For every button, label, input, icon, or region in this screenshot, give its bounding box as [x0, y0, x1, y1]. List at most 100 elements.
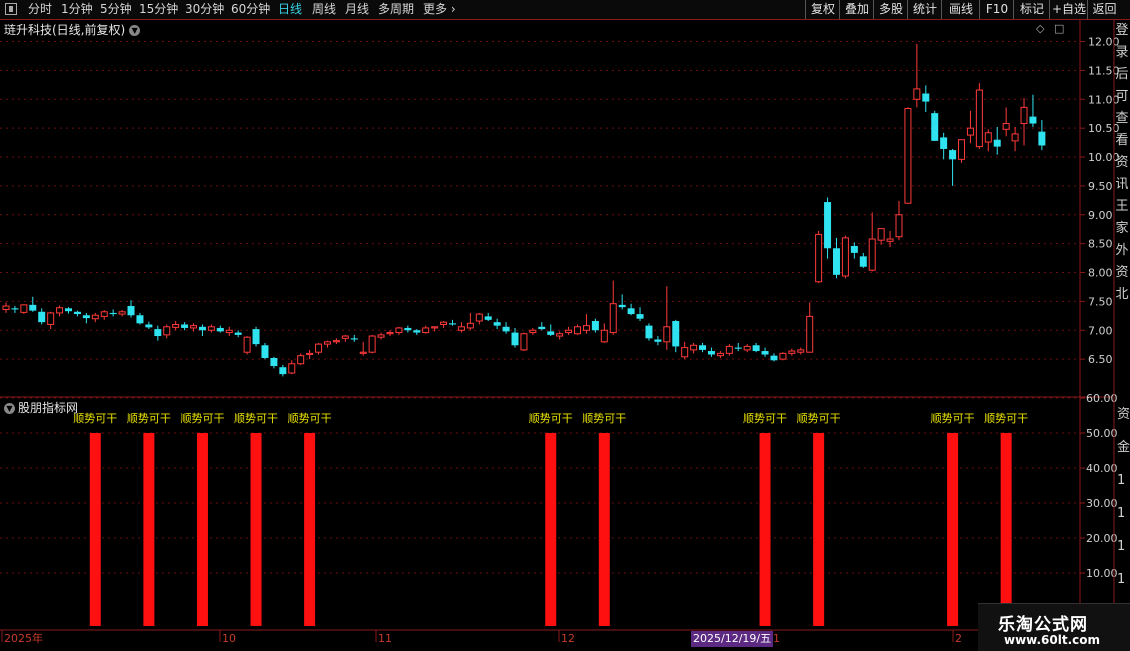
candle-body: [127, 306, 135, 316]
info-sidebar-lower[interactable]: 资金11111: [1117, 398, 1130, 630]
price-tick-label: 6.50: [1088, 353, 1113, 366]
chart-title: 琏升科技(日线,前复权) ▼: [4, 21, 141, 38]
candle-body: [225, 329, 233, 334]
candle-body: [690, 344, 698, 351]
candle-body: [270, 357, 278, 367]
candle-body: [234, 332, 242, 335]
tab-daily[interactable]: 日线: [278, 0, 302, 19]
indicator-title: ▼ 股朋指标网: [4, 399, 78, 416]
multi-stock-button[interactable]: 多股: [873, 0, 908, 19]
tab-fenshi[interactable]: 分时: [28, 0, 52, 19]
indicator-dropdown-icon[interactable]: ▼: [4, 403, 15, 414]
sidebar-char: 资: [1115, 265, 1129, 280]
candle-body: [556, 333, 564, 337]
tab-15min[interactable]: 15分钟: [139, 0, 178, 19]
diamond-icon[interactable]: ◇: [1036, 22, 1044, 35]
candle-body: [136, 315, 144, 324]
date-cursor-label: 2025/12/19/五: [691, 631, 774, 647]
candle-body: [841, 237, 849, 277]
candle-body: [529, 329, 537, 334]
candle-body: [82, 315, 90, 319]
candle-body: [91, 314, 99, 320]
sidebar-lower-char: 1: [1117, 572, 1126, 587]
candle-body: [797, 349, 805, 353]
info-sidebar[interactable]: 登录后可查看资讯王家外资北: [1114, 20, 1130, 396]
indicator-tick-label: 60.00: [1086, 392, 1118, 405]
fuquan-button[interactable]: 复权: [805, 0, 840, 19]
candle-body: [1011, 133, 1019, 142]
candle-body: [332, 340, 340, 343]
candle-body: [591, 321, 599, 331]
candle-body: [922, 93, 930, 102]
signal-label: 顺势可干: [234, 412, 278, 425]
signal-bar: [143, 433, 155, 626]
candle-body: [984, 132, 992, 143]
stock-name-period: 琏升科技(日线,前复权): [4, 23, 126, 37]
indicator-name: 股朋指标网: [18, 401, 79, 415]
signal-bar: [545, 433, 557, 626]
signal-label: 顺势可干: [180, 412, 224, 425]
maximize-icon[interactable]: □: [1054, 22, 1064, 35]
candle-body: [216, 327, 224, 332]
signal-label: 顺势可干: [743, 412, 787, 425]
candle-body: [725, 345, 733, 354]
tab-multi-period[interactable]: 多周期: [378, 0, 414, 19]
candle-body: [850, 245, 858, 253]
time-tick-label: 1: [773, 632, 780, 645]
candle-body: [618, 304, 626, 308]
tab-30min[interactable]: 30分钟: [185, 0, 224, 19]
menu-toggle-icon[interactable]: [5, 3, 17, 15]
candle-body: [1038, 131, 1046, 146]
sidebar-char: 录: [1115, 45, 1129, 60]
candle-body: [145, 324, 153, 328]
overlay-button[interactable]: 叠加: [839, 0, 874, 19]
candle-body: [457, 326, 465, 331]
sidebar-lower-char: 1: [1117, 539, 1126, 554]
candle-body: [940, 137, 948, 149]
kline-chart[interactable]: 12.0011.5011.0010.5010.009.509.008.508.0…: [0, 20, 1130, 650]
candle-body: [1020, 106, 1028, 125]
candle-body: [877, 228, 885, 241]
f10-button[interactable]: F10: [979, 0, 1014, 19]
sidebar-char: 登: [1115, 23, 1129, 38]
candle-body: [1002, 123, 1010, 130]
time-tick-label: 10: [222, 632, 236, 645]
signal-bar: [250, 433, 262, 626]
dropdown-circle-icon[interactable]: ▼: [129, 25, 141, 36]
candle-body: [779, 352, 787, 360]
back-button[interactable]: 返回: [1087, 0, 1121, 19]
price-tick-label: 8.50: [1088, 238, 1113, 251]
period-toolbar: 分时 1分钟 5分钟 15分钟 30分钟 60分钟 日线 周线 月线 多周期 更…: [0, 0, 1130, 20]
candle-body: [645, 325, 653, 339]
signal-label: 顺势可干: [931, 412, 975, 425]
candle-body: [484, 316, 492, 320]
sidebar-char: 可: [1115, 89, 1129, 104]
indicator-axis: 60.00 50.00 40.00 30.00 20.00 10.00: [1080, 392, 1118, 580]
candle-body: [574, 326, 582, 335]
tab-weekly[interactable]: 周线: [312, 0, 336, 19]
watermark-title: 乐淘公式网: [998, 615, 1088, 635]
candle-body: [261, 345, 269, 358]
tab-more[interactable]: 更多 ›: [423, 0, 456, 19]
add-watchlist-button[interactable]: +自选: [1049, 0, 1088, 19]
mark-button[interactable]: 标记: [1013, 0, 1050, 19]
candle-body: [243, 336, 251, 353]
candle-body: [832, 248, 840, 275]
draw-line-button[interactable]: 画线: [941, 0, 980, 19]
candle-body: [163, 326, 171, 336]
signal-label: 顺势可干: [797, 412, 841, 425]
indicator-tick-label: 40.00: [1086, 462, 1118, 475]
tab-monthly[interactable]: 月线: [345, 0, 369, 19]
tab-5min[interactable]: 5分钟: [100, 0, 132, 19]
signal-label: 顺势可干: [73, 412, 117, 425]
stats-button[interactable]: 统计: [907, 0, 942, 19]
candle-body: [341, 335, 349, 339]
candle-body: [752, 345, 760, 352]
indicator-tick-label: 50.00: [1086, 427, 1118, 440]
tab-1min[interactable]: 1分钟: [61, 0, 93, 19]
candle-body: [190, 325, 198, 329]
candle-body: [824, 202, 832, 249]
candle-body: [815, 233, 823, 283]
candle-body: [368, 335, 376, 353]
tab-60min[interactable]: 60分钟: [231, 0, 270, 19]
